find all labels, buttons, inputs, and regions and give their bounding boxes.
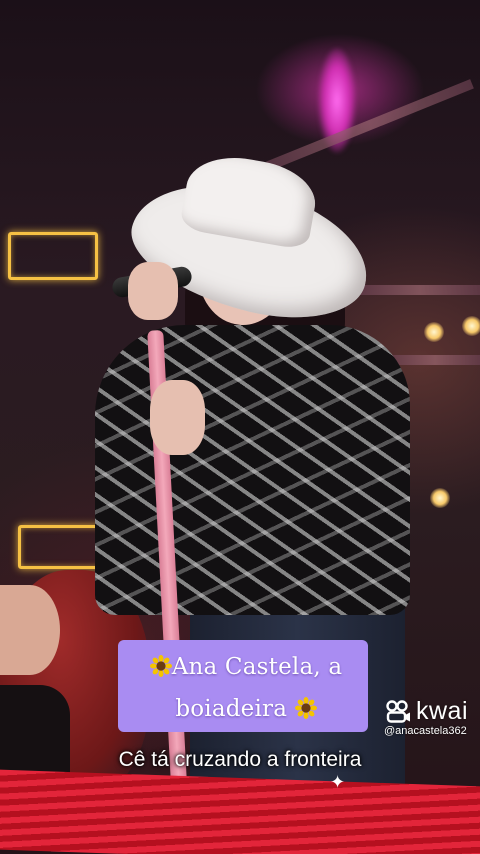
stage-truss (266, 79, 474, 171)
kwai-logo-icon (386, 699, 410, 723)
sparkle-icon: ✦ (330, 772, 346, 793)
neon-sign (8, 232, 98, 280)
stage-light (462, 316, 480, 336)
sunflower-icon (149, 655, 172, 677)
singer-hand (150, 380, 205, 455)
stage-floor (0, 769, 480, 854)
kwai-brand-text: kwai (416, 697, 469, 725)
stage-truss (360, 285, 480, 295)
dancer-face (0, 585, 60, 675)
caption-line-2: boiadeira (175, 696, 288, 722)
stage-light (424, 322, 444, 342)
stage-light (430, 488, 450, 508)
singer-jacket (95, 325, 410, 615)
caption-line-1: Ana Castela, a (171, 654, 343, 680)
singer-hand (128, 262, 178, 320)
sunflower-icon (294, 697, 317, 719)
kwai-watermark: kwai (386, 697, 468, 726)
kwai-handle: @anacastela362 (384, 725, 467, 737)
caption-text: Ana Castela, a boiadeira (126, 646, 366, 730)
stage-truss (390, 355, 480, 365)
lyrics-subtitle: Cê tá cruzando a fronteira (118, 748, 362, 771)
